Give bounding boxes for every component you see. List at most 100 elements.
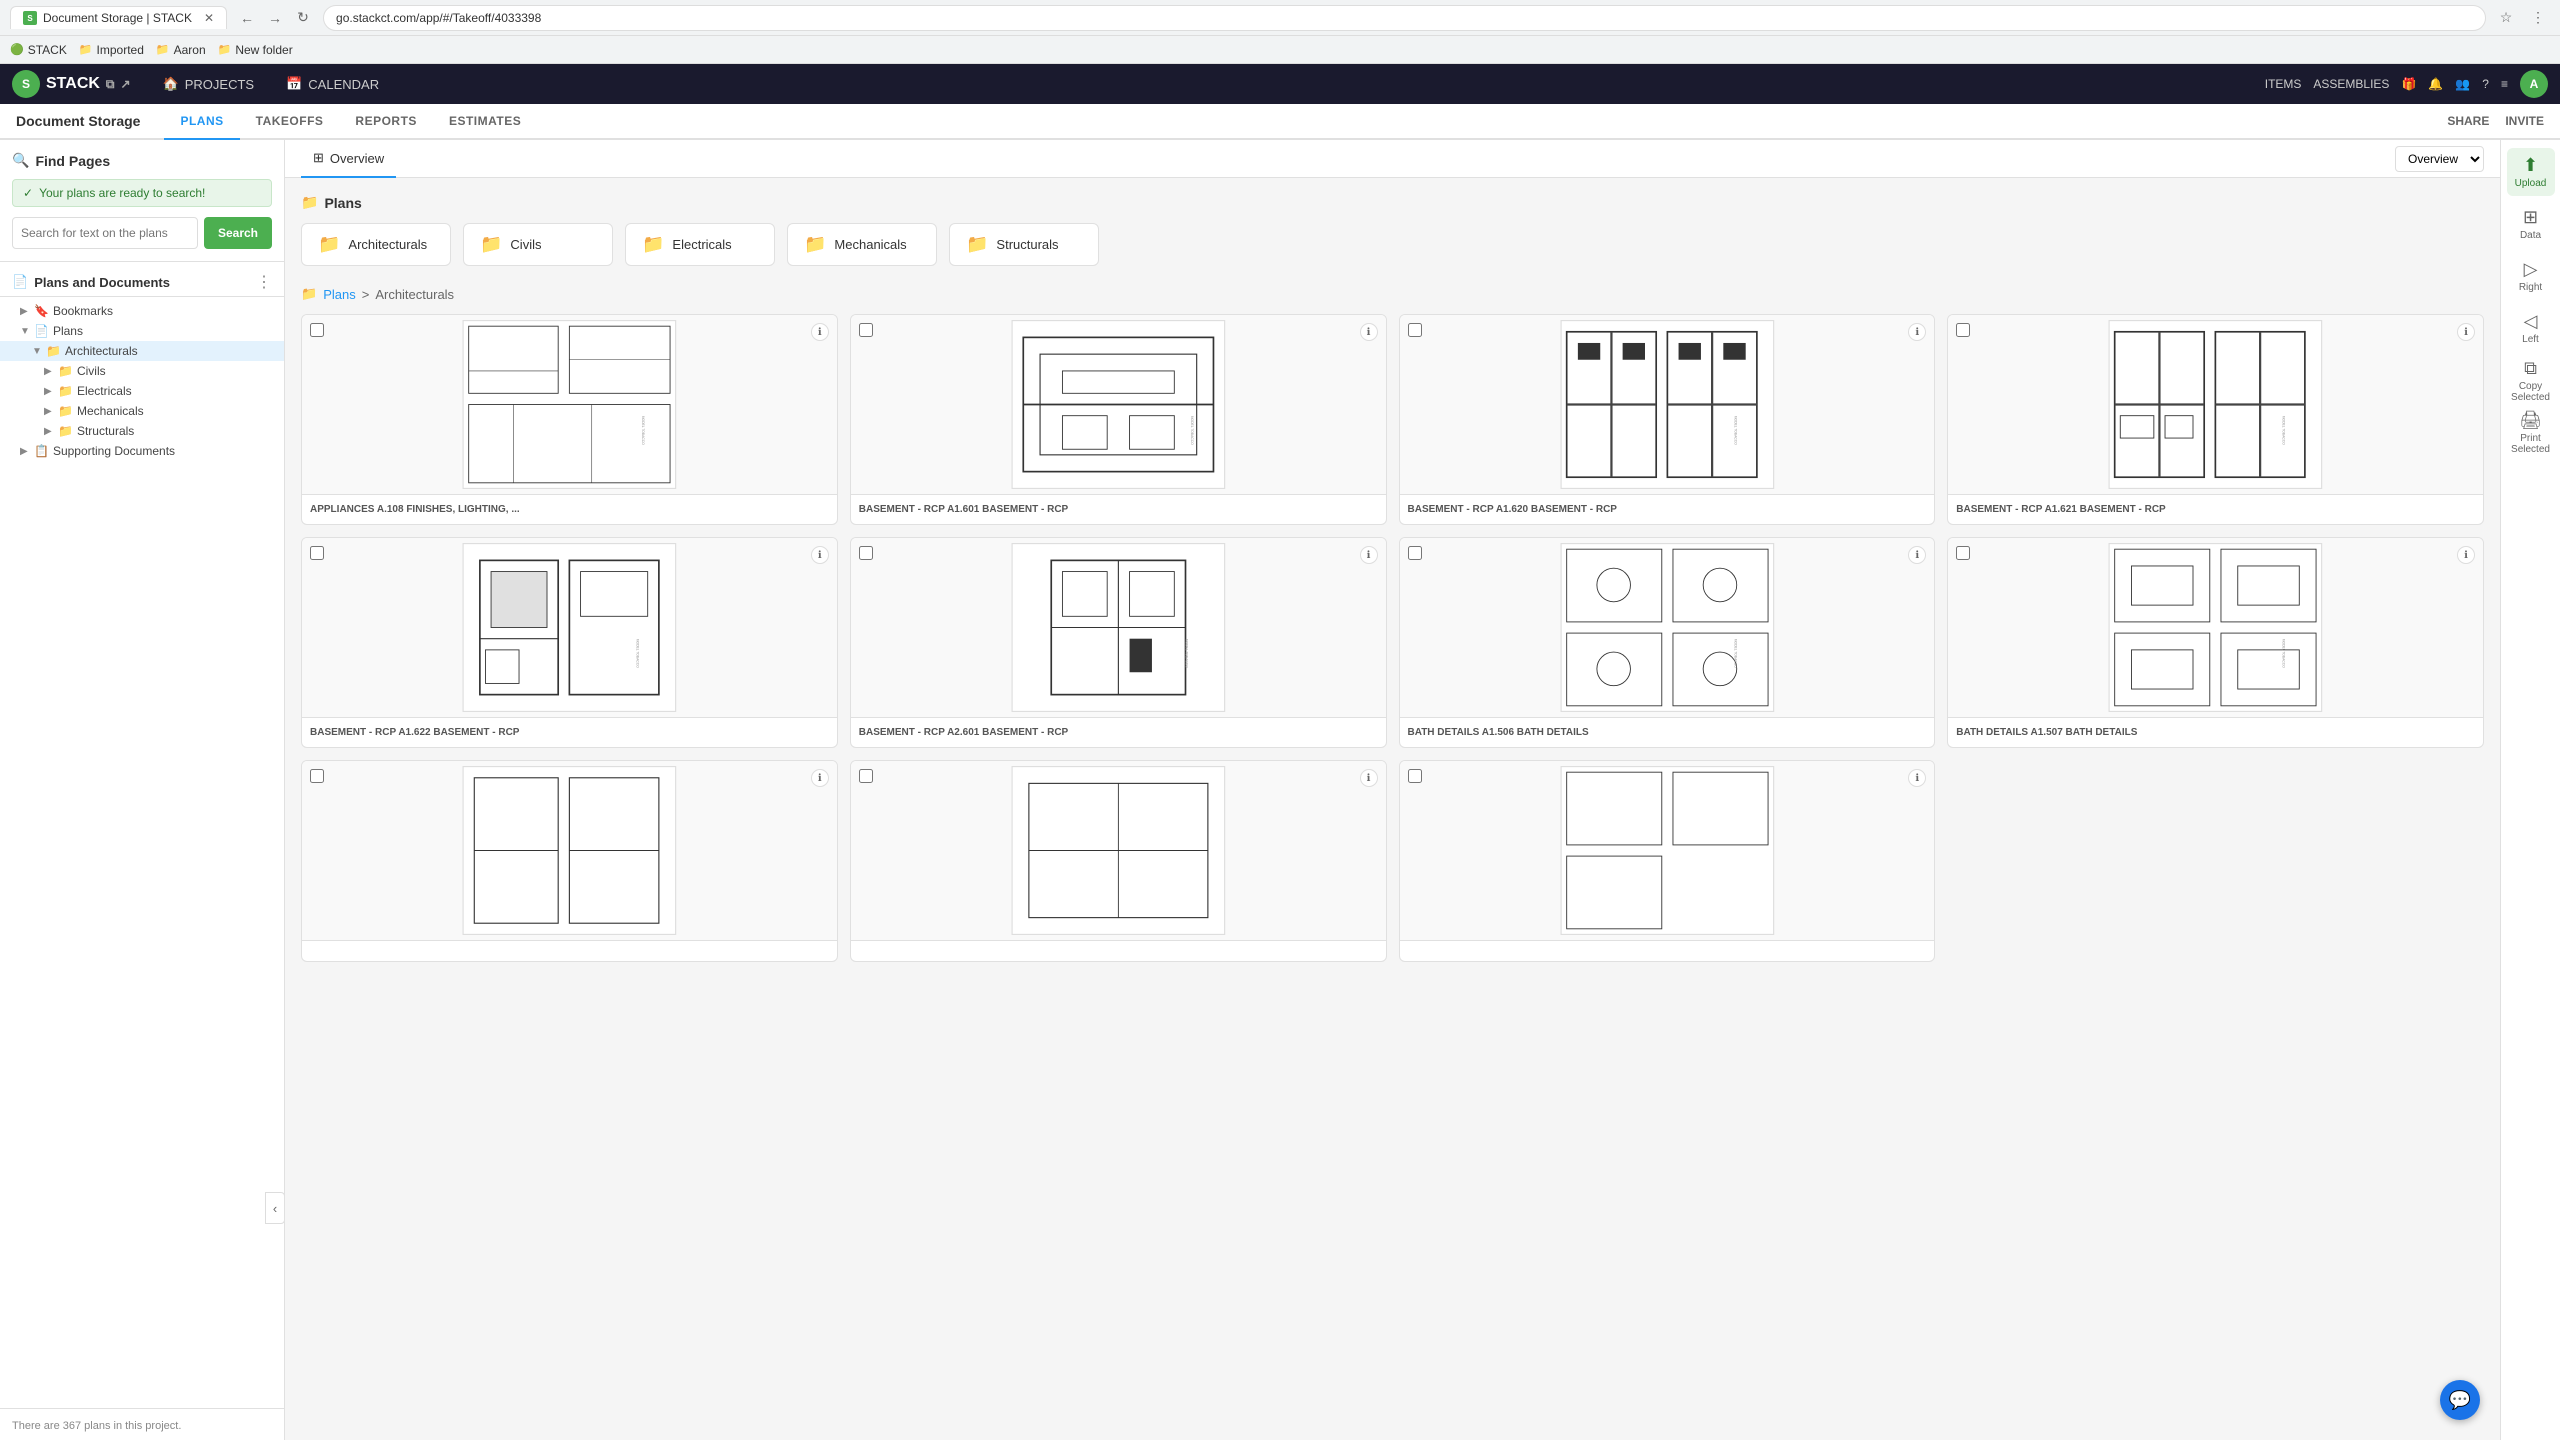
plan-card-3[interactable]: ℹ MODEL TOBACCO (1947, 314, 2484, 525)
tree-plans[interactable]: ▼ 📄 Plans ⋮ (0, 321, 284, 341)
left-btn[interactable]: ◁ Left (2507, 304, 2555, 352)
plan-info-btn-5[interactable]: ℹ (1360, 546, 1378, 564)
copy-selected-btn[interactable]: ⧉ Copy Selected (2507, 356, 2555, 404)
chat-button[interactable]: 💬 (2440, 1380, 2480, 1420)
bookmark-new-folder[interactable]: 📁 New folder (218, 43, 293, 57)
tree-mechanicals[interactable]: ▶ 📁 Mechanicals ⋮ (0, 401, 284, 421)
plan-checkbox-3[interactable] (1956, 323, 1970, 337)
tab-reports[interactable]: REPORTS (339, 104, 433, 140)
bookmark-imported[interactable]: 📁 Imported (79, 43, 144, 57)
tree-structurals[interactable]: ▶ 📁 Structurals ⋮ (0, 421, 284, 441)
toggle-architecturals[interactable]: ▼ (32, 346, 46, 357)
tab-estimates[interactable]: ESTIMATES (433, 104, 537, 140)
folder-structurals[interactable]: 📁 Structurals (949, 223, 1099, 266)
plan-info-btn-1[interactable]: ℹ (1360, 323, 1378, 341)
plan-checkbox-4[interactable] (310, 546, 324, 560)
folder-civils[interactable]: 📁 Civils (463, 223, 613, 266)
reload-btn[interactable]: ↻ (291, 6, 315, 30)
plan-card-7[interactable]: ℹ MODEL TOBACCO (1947, 537, 2484, 748)
user-avatar[interactable]: A (2520, 70, 2548, 98)
plan-card-8[interactable]: ℹ (301, 760, 838, 962)
toggle-electricals[interactable]: ▶ (44, 386, 58, 397)
stack-logo[interactable]: S STACK ⧉ ↗ (12, 70, 131, 98)
toggle-bookmarks[interactable]: ▶ (20, 306, 34, 317)
plan-card-6[interactable]: ℹ MODEL TOBACCO (1399, 537, 1936, 748)
assemblies-btn[interactable]: ASSEMBLIES (2313, 77, 2389, 91)
plans-folder-icon-lg: 📁 (301, 194, 318, 211)
toggle-plans[interactable]: ▼ (20, 326, 34, 337)
plan-info-btn-4[interactable]: ℹ (811, 546, 829, 564)
folder-electricals[interactable]: 📁 Electricals (625, 223, 775, 266)
overview-tab[interactable]: ⊞ Overview (301, 140, 396, 178)
plan-card-2[interactable]: ℹ MODEL (1399, 314, 1936, 525)
tab-takeoffs[interactable]: TAKEOFFS (240, 104, 340, 140)
plan-info-btn-3[interactable]: ℹ (2457, 323, 2475, 341)
tree-supporting-docs[interactable]: ▶ 📋 Supporting Documents ⋮ (0, 441, 284, 461)
menu-icon[interactable]: ≡ (2501, 77, 2508, 91)
plan-label-6: BATH DETAILS A1.506 BATH DETAILS (1400, 718, 1935, 747)
tree-civils[interactable]: ▶ 📁 Civils ⋮ (0, 361, 284, 381)
toggle-supporting[interactable]: ▶ (20, 446, 34, 457)
header-nav: 🏠 PROJECTS 📅 CALENDAR (147, 64, 2265, 104)
tree-architecturals[interactable]: ▼ 📁 Architecturals ⋮ (0, 341, 284, 361)
share-btn[interactable]: SHARE (2447, 114, 2489, 128)
plan-card-4[interactable]: ℹ MODEL TOBACCO BASEMENT - RCP A1. (301, 537, 838, 748)
mechanicals-folder-icon: 📁 (58, 404, 73, 418)
notification-btn[interactable]: 🔔 (2428, 77, 2443, 91)
toggle-structurals[interactable]: ▶ (44, 426, 58, 437)
items-btn[interactable]: ITEMS (2265, 77, 2302, 91)
plan-info-btn-7[interactable]: ℹ (2457, 546, 2475, 564)
bookmark-stack[interactable]: 🟢 STACK (10, 43, 67, 57)
upload-btn[interactable]: ⬆ Upload (2507, 148, 2555, 196)
folder-mechanicals[interactable]: 📁 Mechanicals (787, 223, 937, 266)
users-btn[interactable]: 👥 (2455, 77, 2470, 91)
plan-checkbox-7[interactable] (1956, 546, 1970, 560)
print-selected-btn[interactable]: 🖨 Print Selected (2507, 408, 2555, 456)
plan-checkbox-9[interactable] (859, 769, 873, 783)
tab-close-icon[interactable]: ✕ (204, 11, 214, 25)
address-bar[interactable] (323, 5, 2486, 31)
toggle-mechanicals[interactable]: ▶ (44, 406, 58, 417)
gift-btn[interactable]: 🎁 (2401, 77, 2416, 91)
plan-info-btn-0[interactable]: ℹ (811, 323, 829, 341)
search-input[interactable] (12, 217, 198, 249)
collapse-sidebar-btn[interactable]: ‹ (265, 1192, 285, 1224)
bookmark-btn[interactable]: ☆ (2494, 6, 2518, 30)
plan-checkbox-8[interactable] (310, 769, 324, 783)
tab-plans[interactable]: PLANS (164, 104, 239, 140)
nav-calendar[interactable]: 📅 CALENDAR (270, 64, 395, 104)
back-btn[interactable]: ← (235, 6, 259, 30)
plan-checkbox-5[interactable] (859, 546, 873, 560)
active-tab[interactable]: S Document Storage | STACK ✕ (10, 6, 227, 29)
overview-select[interactable]: Overview (2395, 146, 2484, 172)
folder-architecturals[interactable]: 📁 Architecturals (301, 223, 451, 266)
plan-checkbox-10[interactable] (1408, 769, 1422, 783)
plan-card-0[interactable]: ℹ MODEL TOBACCO APP (301, 314, 838, 525)
bookmark-aaron[interactable]: 📁 Aaron (156, 43, 206, 57)
tab-favicon: S (23, 11, 37, 25)
forward-btn[interactable]: → (263, 6, 287, 30)
plan-checkbox-2[interactable] (1408, 323, 1422, 337)
tree-bookmarks[interactable]: ▶ 🔖 Bookmarks (0, 301, 284, 321)
plan-card-9[interactable]: ℹ (850, 760, 1387, 962)
search-button[interactable]: Search (204, 217, 272, 249)
help-btn[interactable]: ? (2482, 77, 2489, 91)
right-btn[interactable]: ▷ Right (2507, 252, 2555, 300)
breadcrumb-parent[interactable]: Plans (323, 287, 356, 302)
section-more-btn[interactable]: ⋮ (256, 272, 272, 292)
plan-card-10[interactable]: ℹ (1399, 760, 1936, 962)
right-arrow-icon: ▷ (2524, 259, 2538, 280)
plan-checkbox-6[interactable] (1408, 546, 1422, 560)
plan-info-btn-8[interactable]: ℹ (811, 769, 829, 787)
invite-btn[interactable]: INVITE (2505, 114, 2544, 128)
menu-btn[interactable]: ⋮ (2526, 6, 2550, 30)
plan-checkbox-1[interactable] (859, 323, 873, 337)
toggle-civils[interactable]: ▶ (44, 366, 58, 377)
plan-card-1[interactable]: ℹ MODEL TOBACCO BASEMENT - RCP A1. (850, 314, 1387, 525)
nav-projects[interactable]: 🏠 PROJECTS (147, 64, 271, 104)
plan-checkbox-0[interactable] (310, 323, 324, 337)
plan-card-5[interactable]: ℹ MODEL TOBACCO BASEMENT - RCP A2. (850, 537, 1387, 748)
tree-electricals[interactable]: ▶ 📁 Electricals ⋮ (0, 381, 284, 401)
data-btn[interactable]: ⊞ Data (2507, 200, 2555, 248)
plan-info-btn-9[interactable]: ℹ (1360, 769, 1378, 787)
